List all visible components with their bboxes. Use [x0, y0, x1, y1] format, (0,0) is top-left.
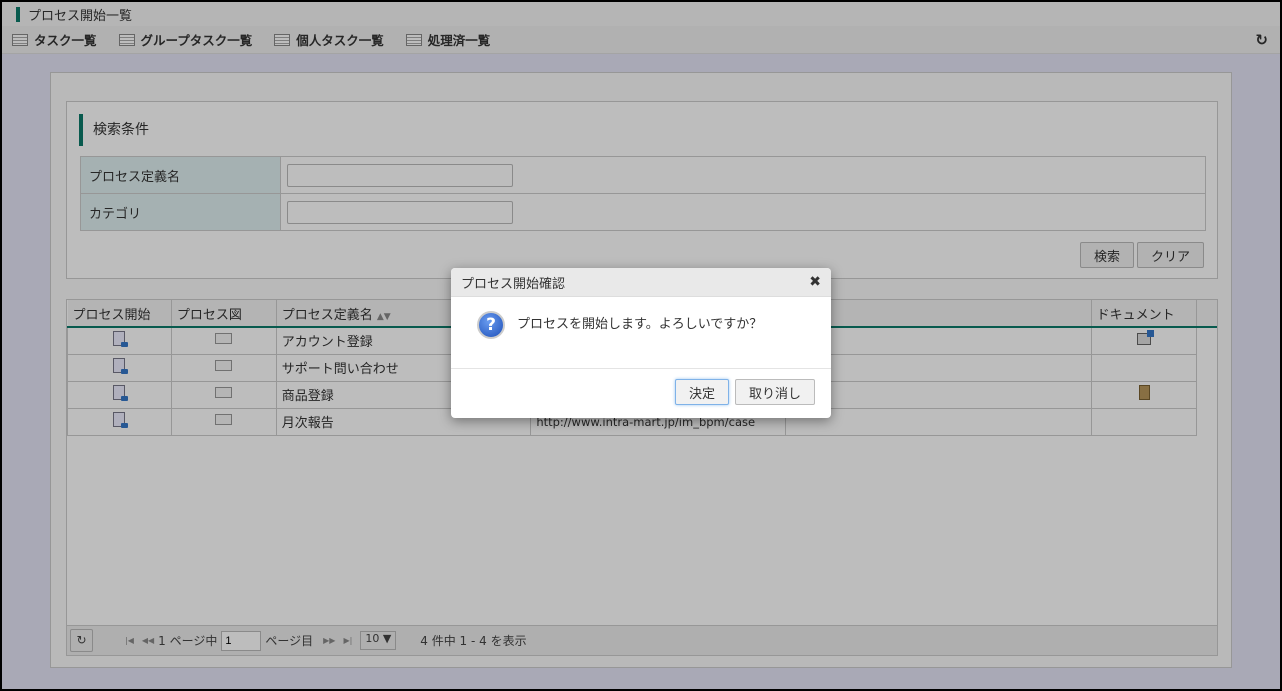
question-icon: ? — [477, 311, 505, 339]
process-diagram-icon[interactable] — [215, 414, 233, 425]
title-marker — [16, 6, 20, 22]
page-title: プロセス開始一覧 — [28, 8, 133, 24]
refresh-icon[interactable]: ↻ — [1255, 31, 1268, 49]
field-label: プロセス定義名 — [80, 156, 281, 194]
ok-button[interactable]: 決定 — [674, 379, 729, 405]
close-icon[interactable]: ✖ — [809, 274, 821, 290]
last-page-icon[interactable]: ▶| — [343, 636, 352, 645]
reload-button[interactable]: ↻ — [70, 629, 93, 652]
menu-label: 個人タスク一覧 — [296, 33, 384, 48]
col-header — [785, 300, 1092, 328]
process-name-input[interactable] — [287, 163, 513, 187]
next-page-icon[interactable]: ▶▶ — [323, 636, 335, 645]
list-icon — [405, 33, 422, 46]
process-diagram-icon[interactable] — [215, 333, 233, 345]
page-suffix: ページ目 — [265, 634, 314, 648]
pager: ↻ |◀ ◀◀ 1 ページ中 ページ目 ▶▶ ▶| 10 ▼ 4 件中 1 - 4 … — [67, 625, 1217, 655]
list-icon — [118, 33, 135, 46]
start-process-icon[interactable] — [113, 331, 129, 348]
search-button[interactable]: 検索 — [1079, 242, 1134, 268]
title-bar: プロセス開始一覧 — [2, 2, 1280, 26]
menu-group-task-list[interactable]: グループタスク一覧 — [118, 30, 253, 49]
col-header: プロセス開始 — [67, 300, 172, 328]
page-input[interactable] — [221, 630, 262, 651]
search-title: 検索条件 — [79, 114, 1217, 146]
col-header: プロセス図 — [171, 300, 277, 328]
first-page-icon[interactable]: |◀ — [125, 636, 134, 645]
process-diagram-icon[interactable] — [215, 360, 233, 371]
menu-processed-list[interactable]: 処理済一覧 — [405, 30, 491, 49]
menu-label: 処理済一覧 — [427, 33, 491, 48]
confirm-dialog: プロセス開始確認 ✖ ? プロセスを開始します。よろしいですか？ 決定 取り消し — [451, 268, 831, 418]
menu-label: タスク一覧 — [34, 33, 97, 48]
cancel-button[interactable]: 取り消し — [734, 379, 815, 405]
prev-page-icon[interactable]: ◀◀ — [142, 636, 154, 645]
menu-personal-task-list[interactable]: 個人タスク一覧 — [274, 30, 384, 49]
page-size-select[interactable]: 10 ▼ — [360, 631, 397, 650]
search-form: プロセス定義名 カテゴリ — [80, 156, 1206, 231]
start-process-icon[interactable] — [113, 358, 129, 374]
total-pages-label: 1 ページ中 — [158, 634, 218, 648]
search-panel: 検索条件 プロセス定義名 カテゴリ 検索 クリア — [66, 101, 1218, 279]
list-icon — [274, 33, 291, 46]
file-icon[interactable] — [1138, 385, 1150, 400]
field-label: カテゴリ — [80, 193, 281, 231]
process-diagram-icon[interactable] — [215, 387, 233, 398]
menu-task-list[interactable]: タスク一覧 — [12, 30, 97, 49]
app-window: プロセス開始一覧 タスク一覧 グループタスク一覧 個人タスク一覧 処理済一覧 ↻… — [2, 2, 1280, 689]
external-link-icon[interactable] — [1137, 329, 1155, 345]
start-process-icon[interactable] — [113, 385, 129, 401]
list-icon — [12, 33, 28, 46]
col-header: ドキュメント — [1091, 300, 1198, 328]
menu-label: グループタスク一覧 — [140, 33, 253, 48]
clear-button[interactable]: クリア — [1136, 242, 1204, 268]
col-spacer — [1196, 300, 1217, 328]
dialog-message: プロセスを開始します。よろしいですか？ — [517, 317, 763, 332]
sort-icon: ▲▼ — [376, 311, 391, 322]
start-process-icon[interactable] — [113, 412, 129, 428]
dialog-title: プロセス開始確認 — [461, 276, 566, 292]
category-input[interactable] — [287, 200, 513, 224]
menu-bar: タスク一覧 グループタスク一覧 個人タスク一覧 処理済一覧 ↻ — [2, 26, 1280, 54]
record-summary: 4 件中 1 - 4 を表示 — [420, 634, 527, 648]
col-header-label: プロセス定義名 — [281, 307, 373, 323]
